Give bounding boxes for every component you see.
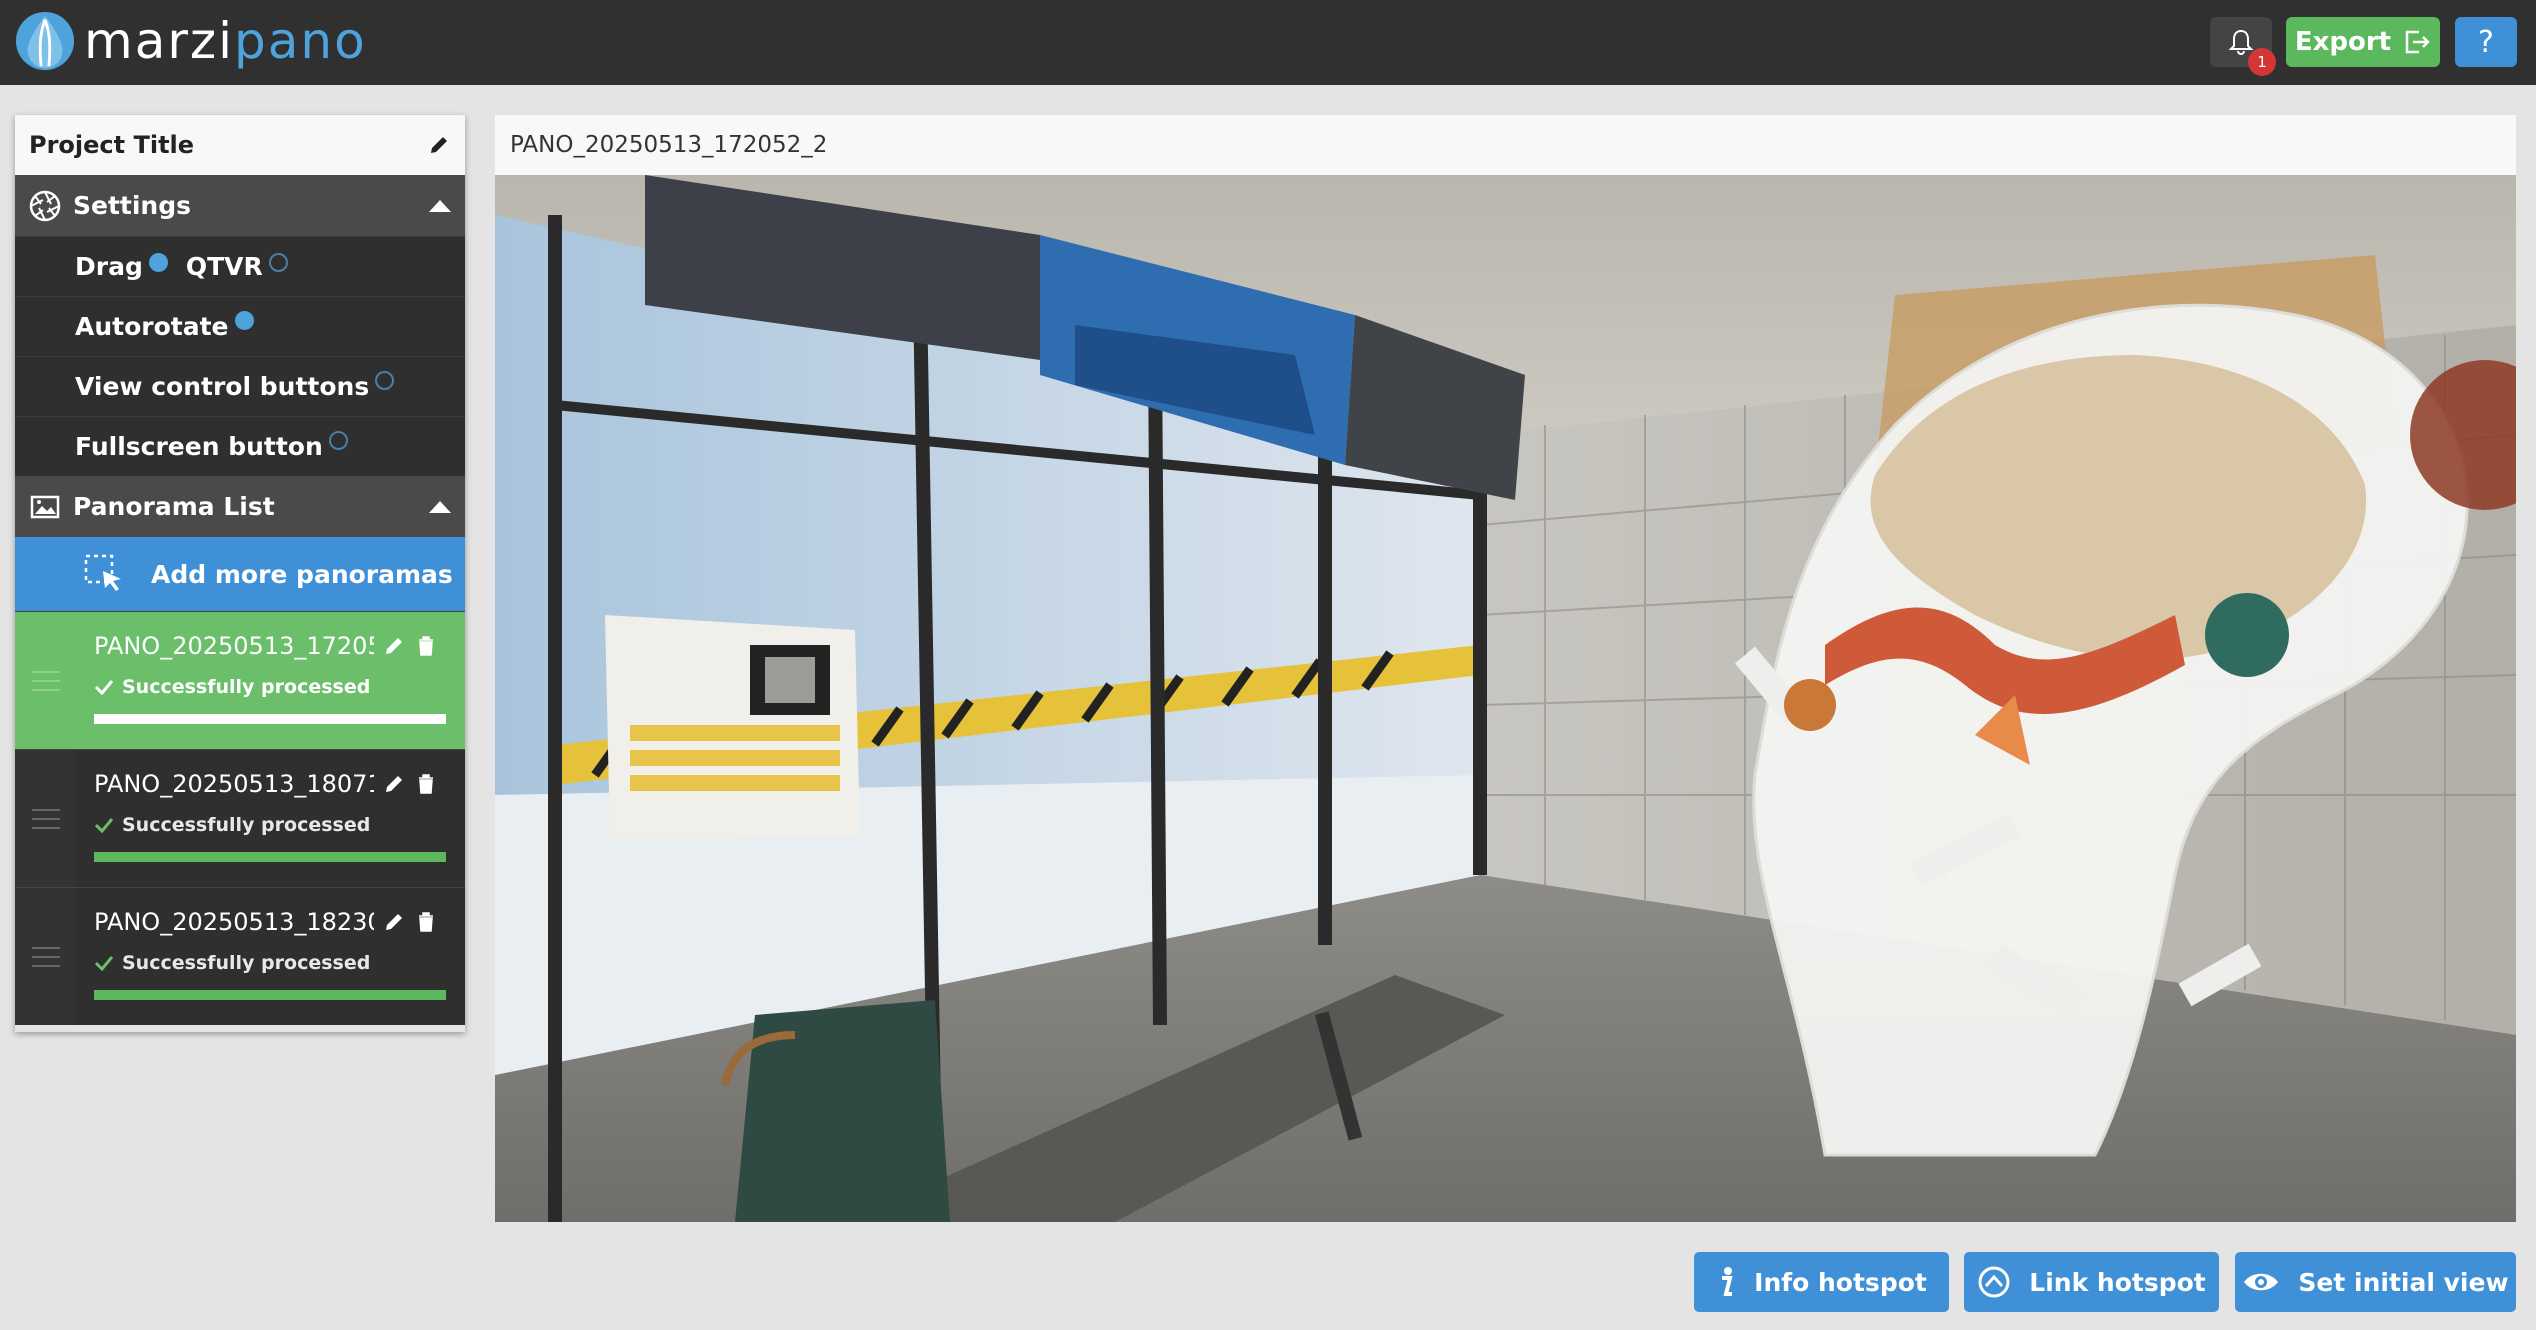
setting-view-control-buttons[interactable]: View control buttons (15, 356, 465, 416)
delete-trash-icon[interactable] (414, 634, 438, 658)
drag-handle-icon[interactable] (15, 612, 76, 749)
setting-autorotate[interactable]: Autorotate (15, 296, 465, 356)
logo-drop-icon (15, 11, 75, 71)
panorama-viewer[interactable] (495, 175, 2516, 1222)
view-control-toggle[interactable] (375, 371, 395, 390)
checkmark-icon (94, 818, 114, 834)
add-more-panoramas-button[interactable]: Add more panoramas (15, 537, 465, 611)
progress-bar (94, 714, 446, 724)
progress-bar (94, 990, 446, 1000)
drag-label: Drag (75, 252, 143, 281)
rename-pencil-icon[interactable] (382, 772, 406, 796)
aperture-icon (29, 190, 61, 221)
info-hotspot-label: Info hotspot (1754, 1267, 1927, 1297)
eye-icon (2244, 1273, 2279, 1291)
set-initial-view-label: Set initial view (2298, 1267, 2509, 1297)
panorama-name: PANO_20250513_180718 (94, 770, 374, 798)
rename-pencil-icon[interactable] (382, 634, 406, 658)
project-title: Project Title (29, 131, 195, 159)
info-icon (1722, 1267, 1733, 1296)
fullscreen-label: Fullscreen button (75, 432, 323, 461)
export-icon (2405, 30, 2430, 54)
notification-badge: 1 (2248, 48, 2276, 76)
setting-control-mode: Drag QTVR (15, 236, 465, 296)
info-hotspot-button[interactable]: Info hotspot (1694, 1252, 1949, 1312)
settings-label: Settings (73, 191, 192, 220)
edit-title-pencil-icon[interactable] (427, 133, 451, 157)
progress-bar (94, 852, 446, 862)
set-initial-view-button[interactable]: Set initial view (2235, 1252, 2516, 1312)
panorama-list-item[interactable]: PANO_20250513_172052_2 Successfully proc… (15, 611, 465, 749)
checkmark-icon (94, 956, 114, 972)
fullscreen-toggle[interactable] (328, 431, 348, 450)
drag-handle-icon[interactable] (15, 888, 76, 1025)
delete-trash-icon[interactable] (414, 772, 438, 796)
project-title-row[interactable]: Project Title (15, 115, 465, 175)
panorama-status: Successfully processed (94, 952, 447, 974)
checkmark-icon (94, 680, 114, 696)
panorama-name: PANO_20250513_172052_2 (94, 632, 374, 660)
rename-pencil-icon[interactable] (382, 910, 406, 934)
help-button[interactable]: ? (2455, 17, 2517, 67)
panorama-list-item[interactable]: PANO_20250513_182301 Successfully proces… (15, 887, 465, 1025)
app-logo: marzipano (14, 9, 367, 73)
qtvr-label: QTVR (185, 252, 263, 281)
help-label: ? (2478, 24, 2494, 60)
image-icon (30, 495, 60, 518)
logo-text: marzipano (84, 16, 367, 66)
collapse-arrow-icon[interactable] (429, 500, 451, 513)
view-control-label: View control buttons (75, 372, 370, 401)
autorotate-label: Autorotate (75, 312, 229, 341)
setting-fullscreen-button[interactable]: Fullscreen button (15, 416, 465, 476)
bell-icon (2228, 29, 2254, 55)
panorama-list-label: Panorama List (73, 492, 275, 521)
link-arrow-circle-icon (1978, 1266, 2010, 1298)
link-hotspot-label: Link hotspot (2029, 1267, 2206, 1297)
panorama-status-text: Successfully processed (122, 814, 371, 836)
notifications-button[interactable]: 1 (2210, 17, 2276, 76)
delete-trash-icon[interactable] (414, 910, 438, 934)
panorama-status: Successfully processed (94, 814, 447, 836)
drag-option[interactable]: Drag (75, 252, 168, 281)
panorama-status: Successfully processed (94, 676, 447, 698)
drag-radio[interactable] (148, 252, 168, 272)
link-hotspot-button[interactable]: Link hotspot (1964, 1252, 2219, 1312)
collapse-arrow-icon[interactable] (429, 199, 451, 212)
upload-cursor-icon (84, 554, 121, 591)
export-label: Export (2294, 27, 2392, 57)
autorotate-toggle[interactable] (234, 311, 254, 330)
drag-handle-icon[interactable] (15, 750, 76, 887)
logo-text-part2: pano (234, 12, 367, 70)
panorama-status-text: Successfully processed (122, 952, 371, 974)
settings-header[interactable]: Settings (15, 175, 465, 236)
current-panorama-title: PANO_20250513_172052_2 (510, 132, 828, 158)
logo-text-part1: marzi (84, 12, 235, 70)
export-button[interactable]: Export (2286, 17, 2440, 67)
add-more-label: Add more panoramas (151, 559, 453, 589)
top-bar: marzipano 1 Export ? (0, 0, 2536, 85)
panorama-image[interactable] (495, 175, 2516, 1222)
sidebar: Project Title Settings Drag QTVR Autorot… (15, 115, 465, 1032)
qtvr-radio[interactable] (268, 252, 288, 272)
qtvr-option[interactable]: QTVR (186, 252, 288, 281)
panorama-list-item[interactable]: PANO_20250513_180718 Successfully proces… (15, 749, 465, 887)
panorama-list-header[interactable]: Panorama List (15, 476, 465, 537)
panorama-title-bar[interactable]: PANO_20250513_172052_2 (495, 115, 2516, 175)
panorama-status-text: Successfully processed (122, 676, 371, 698)
panorama-name: PANO_20250513_182301 (94, 908, 374, 936)
